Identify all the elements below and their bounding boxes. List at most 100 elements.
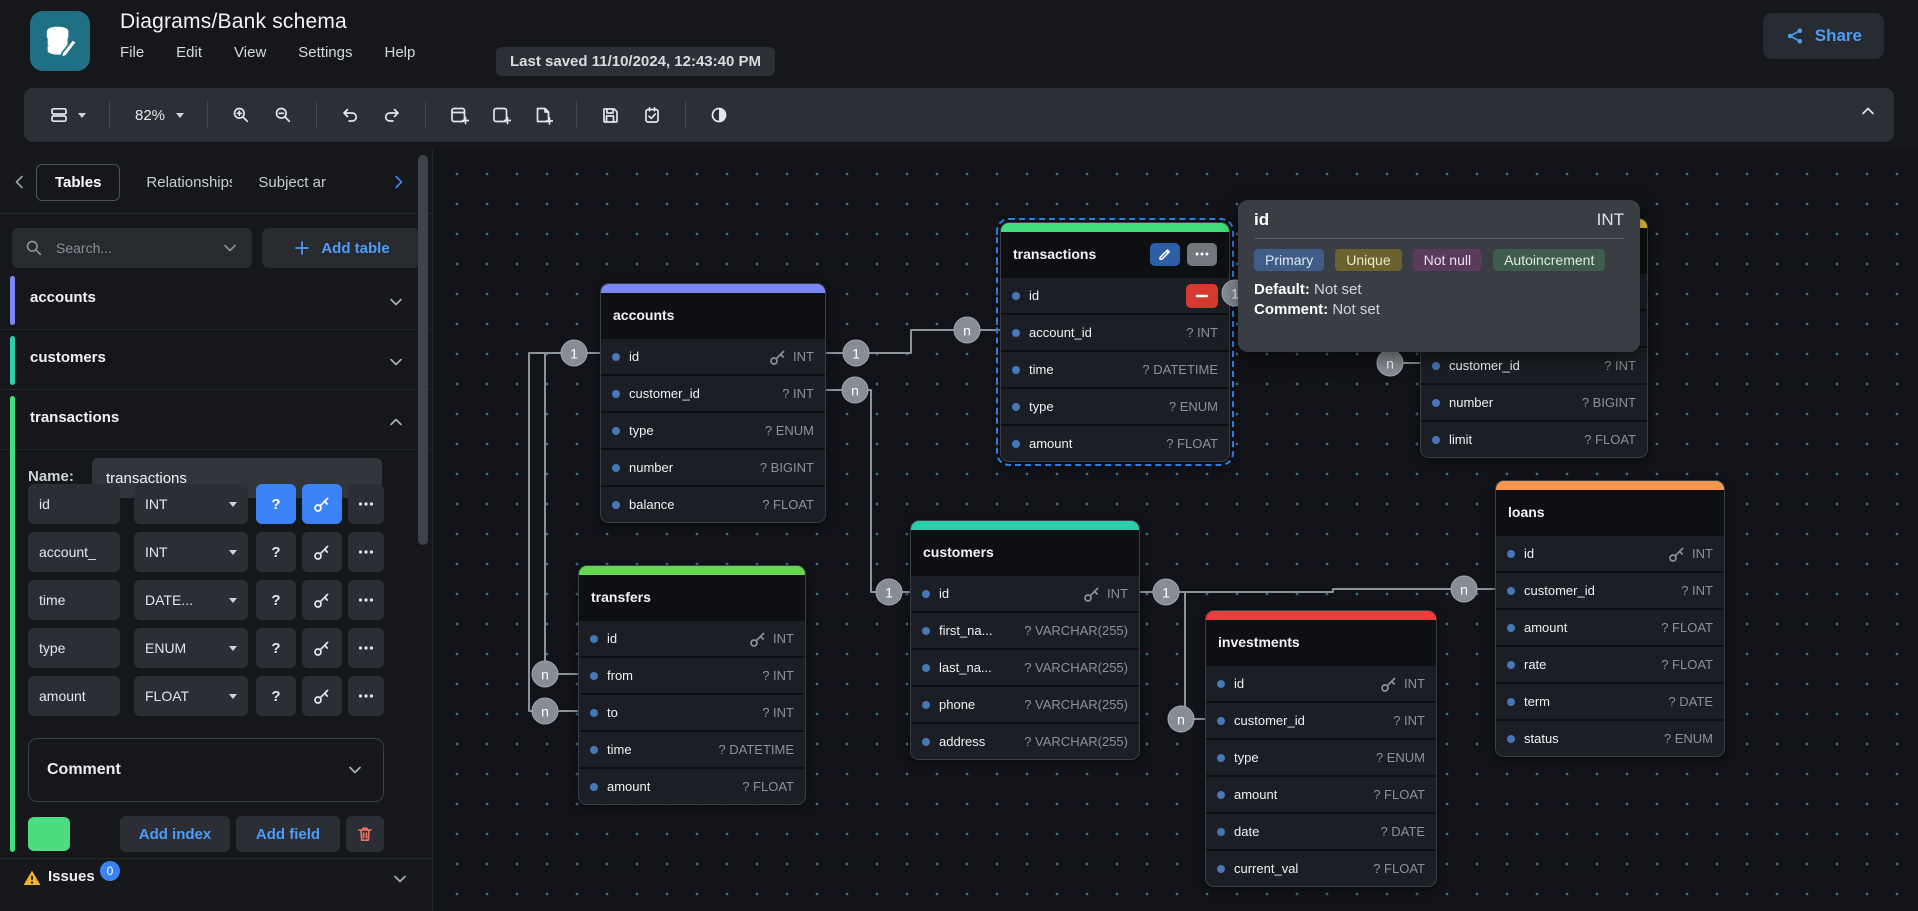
field-connection-dot[interactable] [1507, 587, 1515, 595]
table-field-row[interactable]: term? DATE [1496, 682, 1724, 719]
search-dropdown-icon[interactable] [220, 238, 240, 258]
field-connection-dot[interactable] [1432, 436, 1440, 444]
redo-button[interactable] [375, 100, 409, 130]
field-connection-dot[interactable] [612, 353, 620, 361]
field-name-input[interactable]: amount [28, 676, 120, 716]
zoom-in-button[interactable] [224, 100, 258, 130]
edit-table-button[interactable] [1150, 243, 1180, 266]
field-nullable-toggle[interactable]: ? [256, 532, 296, 572]
diagram-table-accounts[interactable]: accountsidINTcustomer_id? INTtype? ENUMn… [600, 283, 826, 523]
layout-button[interactable] [42, 100, 93, 130]
field-connection-dot[interactable] [612, 464, 620, 472]
table-more-button[interactable] [1187, 243, 1217, 266]
field-connection-dot[interactable] [1217, 865, 1225, 873]
table-field-row[interactable]: customer_id? INT [601, 374, 825, 411]
field-connection-dot[interactable] [1507, 550, 1515, 558]
tabs-scroll-right-icon[interactable] [388, 172, 408, 192]
field-primary-key-toggle[interactable] [302, 676, 342, 716]
field-name-input[interactable]: account_ [28, 532, 120, 572]
table-field-row[interactable]: idINT [1206, 664, 1436, 701]
field-more-options-button[interactable] [348, 484, 384, 524]
field-primary-key-toggle[interactable] [302, 628, 342, 668]
field-connection-dot[interactable] [590, 672, 598, 680]
field-connection-dot[interactable] [1012, 403, 1020, 411]
document-title[interactable]: Diagrams/Bank schema [120, 10, 347, 34]
table-field-row[interactable]: type? ENUM [601, 411, 825, 448]
table-field-row[interactable]: current_val? FLOAT [1206, 849, 1436, 886]
share-button[interactable]: Share [1763, 13, 1884, 59]
table-field-row[interactable]: limit? FLOAT [1421, 420, 1647, 457]
field-connection-dot[interactable] [922, 590, 930, 598]
tab-subject-ar[interactable]: Subject ar [258, 174, 326, 191]
add-area-button[interactable] [484, 100, 518, 130]
field-primary-key-toggle[interactable] [302, 532, 342, 572]
field-more-options-button[interactable] [348, 676, 384, 716]
chevron-down-icon[interactable] [386, 352, 406, 372]
field-connection-dot[interactable] [922, 701, 930, 709]
field-connection-dot[interactable] [1507, 735, 1515, 743]
zoom-level-select[interactable]: 82% [126, 102, 191, 129]
search-box[interactable] [12, 228, 252, 268]
table-field-row[interactable]: phone? VARCHAR(255) [911, 685, 1139, 722]
field-nullable-toggle[interactable]: ? [256, 628, 296, 668]
table-field-row[interactable]: idINT [579, 619, 805, 656]
table-field-row[interactable]: to? INT [579, 693, 805, 730]
table-field-row[interactable]: customer_id? INT [1496, 571, 1724, 608]
field-more-options-button[interactable] [348, 532, 384, 572]
table-field-row[interactable]: idINT [911, 574, 1139, 611]
tab-tables[interactable]: Tables [36, 164, 120, 201]
field-connection-dot[interactable] [1217, 754, 1225, 762]
diagram-table-customers[interactable]: customersidINTfirst_na...? VARCHAR(255)l… [910, 520, 1140, 760]
table-field-row[interactable]: status? ENUM [1496, 719, 1724, 756]
field-connection-dot[interactable] [612, 427, 620, 435]
field-connection-dot[interactable] [922, 627, 930, 635]
table-field-row[interactable]: time? DATETIME [1001, 350, 1229, 387]
table-field-row[interactable]: balance? FLOAT [601, 485, 825, 522]
field-connection-dot[interactable] [1507, 698, 1515, 706]
field-name-input[interactable]: type [28, 628, 120, 668]
table-color-swatch[interactable] [28, 817, 70, 851]
field-connection-dot[interactable] [1217, 791, 1225, 799]
table-field-row[interactable]: time? DATETIME [579, 730, 805, 767]
collapse-toolbar-button[interactable] [1858, 101, 1878, 121]
diagram-table-transactions[interactable]: transactionsidaccount_id? INTtime? DATET… [1000, 222, 1230, 462]
table-field-row[interactable]: id [1001, 276, 1229, 313]
sidebar-table-accounts[interactable]: accounts [0, 272, 432, 330]
table-field-row[interactable]: date? DATE [1206, 812, 1436, 849]
table-field-row[interactable]: amount? FLOAT [1001, 424, 1229, 461]
diagram-canvas[interactable]: 1n1n1nn1nn1n accountsidINTcustomer_id? I… [433, 150, 1918, 911]
search-input[interactable] [54, 239, 210, 257]
table-field-row[interactable]: account_id? INT [1001, 313, 1229, 350]
table-field-row[interactable]: type? ENUM [1206, 738, 1436, 775]
field-connection-dot[interactable] [612, 390, 620, 398]
sidebar-table-transactions[interactable]: transactions [0, 392, 432, 450]
delete-table-button[interactable] [346, 816, 384, 852]
chevron-down-icon[interactable] [386, 292, 406, 312]
save-as-button[interactable] [635, 100, 669, 130]
add-note-button[interactable] [526, 100, 560, 130]
field-more-options-button[interactable] [348, 628, 384, 668]
menu-settings[interactable]: Settings [298, 44, 352, 61]
chevron-up-icon[interactable] [386, 412, 406, 432]
table-field-row[interactable]: idINT [601, 337, 825, 374]
field-connection-dot[interactable] [1012, 366, 1020, 374]
add-index-button[interactable]: Add index [120, 816, 230, 852]
issues-expand-icon[interactable] [390, 869, 410, 889]
comment-section[interactable]: Comment [28, 738, 384, 802]
field-more-options-button[interactable] [348, 580, 384, 620]
field-name-input[interactable]: id [28, 484, 120, 524]
menu-file[interactable]: File [120, 44, 144, 61]
field-connection-dot[interactable] [590, 783, 598, 791]
field-connection-dot[interactable] [1507, 661, 1515, 669]
field-connection-dot[interactable] [590, 709, 598, 717]
table-field-row[interactable]: customer_id? INT [1206, 701, 1436, 738]
field-type-select[interactable]: INT [134, 532, 248, 572]
field-connection-dot[interactable] [1012, 292, 1020, 300]
zoom-out-button[interactable] [266, 100, 300, 130]
field-connection-dot[interactable] [922, 738, 930, 746]
field-type-select[interactable]: FLOAT [134, 676, 248, 716]
table-field-row[interactable]: rate? FLOAT [1496, 645, 1724, 682]
tab-relationships[interactable]: Relationships [146, 174, 232, 191]
delete-field-button[interactable] [1186, 284, 1218, 308]
table-field-row[interactable]: from? INT [579, 656, 805, 693]
